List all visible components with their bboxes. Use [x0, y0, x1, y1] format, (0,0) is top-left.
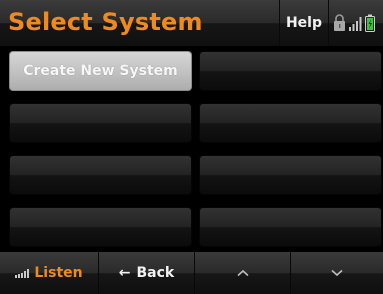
- bottom-bar: Listen ← Back: [0, 252, 383, 294]
- select-system-screen: Select System Help Create New System Lis…: [0, 0, 383, 294]
- create-new-system-label: Create New System: [23, 63, 178, 79]
- lock-icon: [334, 14, 345, 31]
- system-slot[interactable]: [199, 207, 382, 247]
- battery-icon: [365, 14, 375, 32]
- listen-signal-icon: [15, 269, 30, 278]
- listen-button[interactable]: Listen: [0, 252, 99, 294]
- system-slot[interactable]: [9, 155, 192, 195]
- status-icons: [331, 12, 381, 34]
- scroll-up-button[interactable]: [195, 252, 291, 294]
- system-slot[interactable]: [9, 103, 192, 143]
- signal-strength-icon: [349, 17, 362, 31]
- chevron-down-icon: [331, 269, 343, 277]
- help-label: Help: [285, 15, 323, 31]
- listen-label: Listen: [34, 265, 83, 281]
- system-slot[interactable]: [9, 207, 192, 247]
- scroll-down-button[interactable]: [291, 252, 383, 294]
- page-title: Select System: [8, 8, 203, 36]
- left-arrow-icon: ←: [118, 265, 131, 281]
- header-bar: Select System Help: [0, 0, 383, 46]
- system-slot[interactable]: [199, 51, 382, 91]
- back-label: Back: [136, 265, 175, 281]
- create-new-system-button[interactable]: Create New System: [9, 51, 192, 91]
- system-slot[interactable]: [199, 103, 382, 143]
- system-slot[interactable]: [199, 155, 382, 195]
- back-button[interactable]: ← Back: [99, 252, 195, 294]
- chevron-up-icon: [236, 269, 249, 277]
- help-button[interactable]: Help: [279, 0, 329, 46]
